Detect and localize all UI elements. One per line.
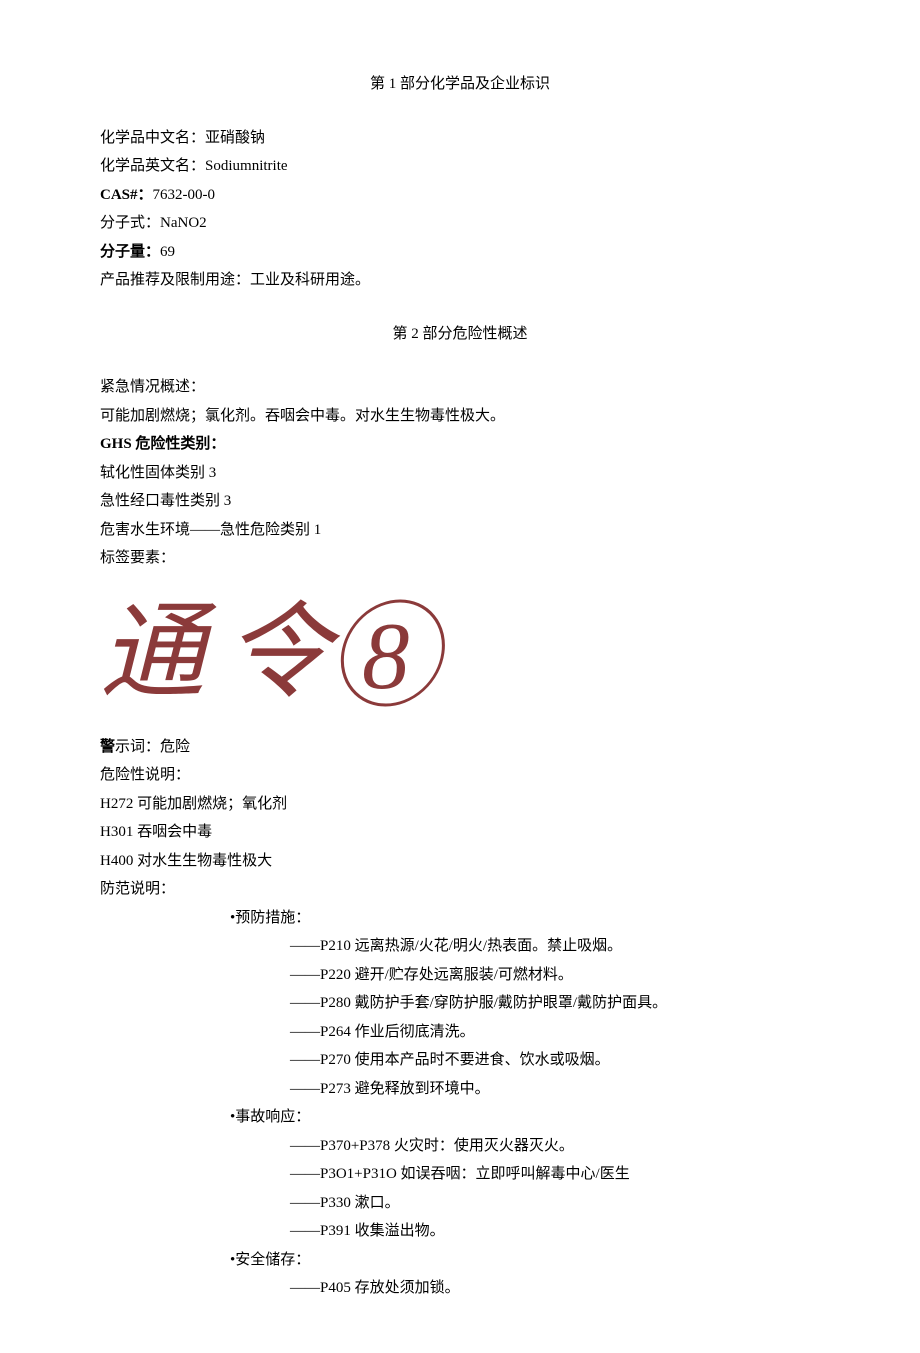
ghs-cat-3: 危害水生环境——急性危险类别 1 — [100, 516, 820, 545]
prevention-header: •预防措施： — [100, 904, 820, 933]
emergency-label: 紧急情况概述： — [100, 373, 820, 402]
name-cn-label: 化学品中文名： — [100, 130, 205, 146]
p280: ——P280 戴防护手套/穿防护服/戴防护眼罩/戴防护面具。 — [100, 989, 820, 1018]
use-value: 工业及科研用途。 — [250, 272, 370, 288]
name-cn-line: 化学品中文名：亚硝酸钠 — [100, 124, 820, 153]
precaution-label: 防范说明： — [100, 875, 820, 904]
formula-label: 分子式： — [100, 215, 160, 231]
emergency-text: 可能加剧燃烧；氯化剂。吞咽会中毒。对水生生物毒性极大。 — [100, 402, 820, 431]
response-header: •事故响应： — [100, 1103, 820, 1132]
p220: ——P220 避开/贮存处远离服装/可燃材料。 — [100, 961, 820, 990]
p370-378: ——P370+P378 火灾时：使用灭火器灭火。 — [100, 1132, 820, 1161]
h301: H301 吞咽会中毒 — [100, 818, 820, 847]
signal-word-rest: 示词：危险 — [115, 739, 190, 755]
hazard-label: 危险性说明： — [100, 761, 820, 790]
name-en-value: Sodiumnitrite — [205, 158, 288, 174]
cas-line: CAS#：7632-00-0 — [100, 181, 820, 210]
formula-line: 分子式：NaNO2 — [100, 209, 820, 238]
name-cn-value: 亚硝酸钠 — [205, 130, 265, 146]
mw-line: 分子量：69 — [100, 238, 820, 267]
name-en-line: 化学品英文名：Sodiumnitrite — [100, 152, 820, 181]
p264: ——P264 作业后彻底清洗。 — [100, 1018, 820, 1047]
p270: ——P270 使用本产品时不要进食、饮水或吸烟。 — [100, 1046, 820, 1075]
ghs-label: GHS 危险性类别： — [100, 430, 820, 459]
section-2-title: 第 2 部分危险性概述 — [100, 320, 820, 349]
h272: H272 可能加剧燃烧；氧化剂 — [100, 790, 820, 819]
cas-value: 7632-00-0 — [153, 187, 216, 203]
signal-word-bold: 警 — [100, 739, 115, 755]
ghs-cat-2: 急性经口毒性类别 3 — [100, 487, 820, 516]
p405: ——P405 存放处须加锁。 — [100, 1274, 820, 1303]
pictogram-image: 通 令 8 — [100, 588, 820, 718]
ghs-cat-1: 轼化性固体类别 3 — [100, 459, 820, 488]
mw-value: 69 — [160, 244, 175, 260]
section-1-title: 第 1 部分化学品及企业标识 — [100, 70, 820, 99]
p391: ——P391 收集溢出物。 — [100, 1217, 820, 1246]
pictogram-char-3: 8 — [362, 603, 410, 709]
storage-header: •安全储存： — [100, 1246, 820, 1275]
pictogram-char-2: 令 — [225, 594, 341, 711]
pictogram-char-1: 通 — [100, 594, 217, 711]
label-elements: 标签要素： — [100, 544, 820, 573]
name-en-label: 化学品英文名： — [100, 158, 205, 174]
mw-label: 分子量： — [100, 244, 160, 260]
p330: ——P330 漱口。 — [100, 1189, 820, 1218]
p301-310: ——P3O1+P31O 如误吞咽：立即呼叫解毒中心/医生 — [100, 1160, 820, 1189]
pictogram-circled-8: 8 — [336, 601, 451, 709]
pictogram-svg: 通 令 8 — [100, 588, 460, 718]
cas-label: CAS#： — [100, 187, 153, 203]
signal-word-line: 警示词：危险 — [100, 733, 820, 762]
formula-value: NaNO2 — [160, 215, 207, 231]
h400: H400 对水生生物毒性极大 — [100, 847, 820, 876]
use-label: 产品推荐及限制用途： — [100, 272, 250, 288]
use-line: 产品推荐及限制用途：工业及科研用途。 — [100, 266, 820, 295]
p273: ——P273 避免释放到环境中。 — [100, 1075, 820, 1104]
p210: ——P210 远离热源/火花/明火/热表面。禁止吸烟。 — [100, 932, 820, 961]
